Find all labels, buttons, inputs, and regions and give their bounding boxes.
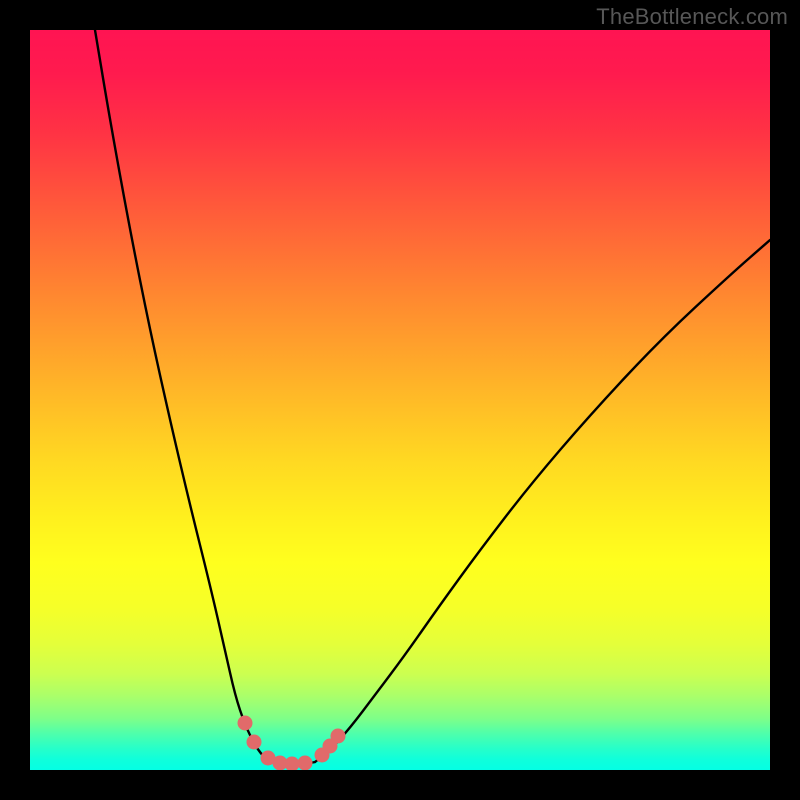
chart-frame: TheBottleneck.com [0, 0, 800, 800]
highlight-point [238, 716, 253, 731]
highlight-point [331, 729, 346, 744]
highlight-point [285, 757, 300, 771]
highlight-point [298, 756, 313, 771]
right-curve [315, 240, 770, 762]
plot-area [30, 30, 770, 770]
left-curve [95, 30, 275, 762]
curve-svg [30, 30, 770, 770]
watermark-text: TheBottleneck.com [596, 4, 788, 30]
highlight-point [247, 735, 262, 750]
highlight-markers [238, 716, 346, 771]
